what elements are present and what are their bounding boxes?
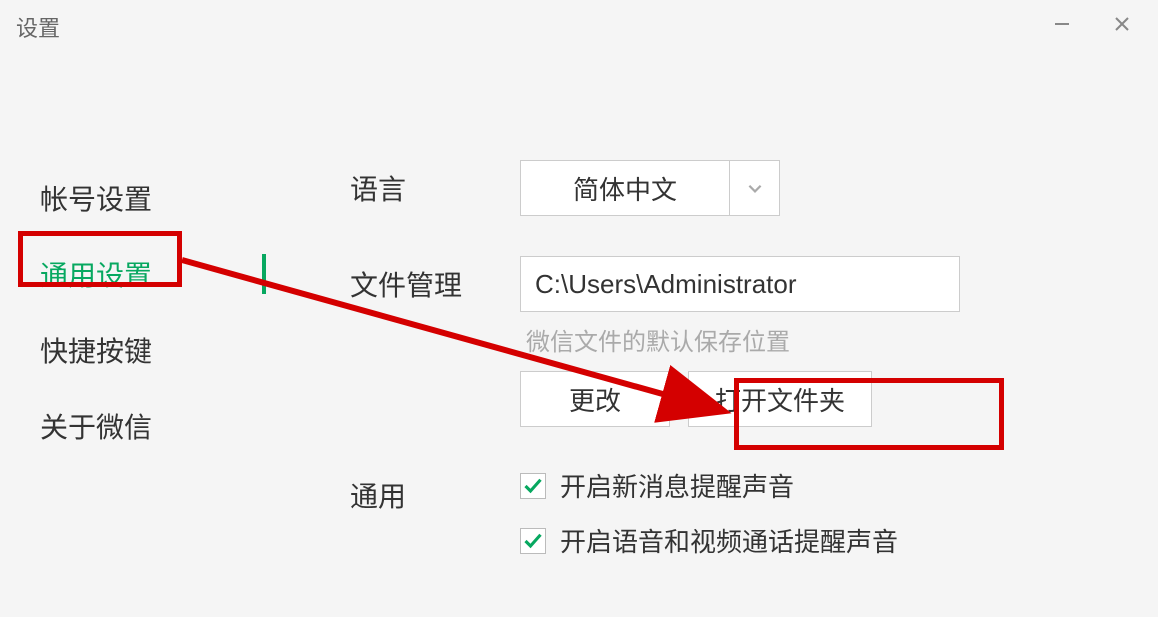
file-path-help: 微信文件的默认保存位置 [520, 312, 1158, 371]
window-title: 设置 [16, 5, 60, 43]
sidebar-item-label: 通用设置 [40, 260, 152, 291]
content-area: 帐号设置 通用设置 快捷按键 关于微信 语言 简体中文 [0, 40, 1158, 617]
file-path-input[interactable]: C:\Users\Administrator [520, 256, 960, 312]
chevron-down-icon [729, 161, 779, 215]
language-label: 语言 [350, 160, 520, 208]
row-general: 通用 开启新消息提醒声音 开启语音和视频通话提醒声音 [350, 467, 1158, 577]
file-manage-label: 文件管理 [350, 256, 520, 304]
checkbox-new-message-sound[interactable] [520, 473, 546, 499]
change-button-label: 更改 [569, 381, 621, 418]
sidebar-item-label: 关于微信 [40, 412, 152, 443]
file-manage-buttons: 更改 打开文件夹 [520, 371, 1158, 427]
minimize-button[interactable] [1052, 14, 1072, 34]
open-folder-button[interactable]: 打开文件夹 [688, 371, 872, 427]
language-select[interactable]: 简体中文 [520, 160, 780, 216]
titlebar: 设置 [0, 0, 1158, 40]
active-indicator [262, 254, 266, 294]
main-panel: 语言 简体中文 文件管理 C:\Users\Administrator 微信文件… [260, 160, 1158, 617]
checkbox-call-sound[interactable] [520, 528, 546, 554]
change-button[interactable]: 更改 [520, 371, 670, 427]
sidebar-item-shortcut[interactable]: 快捷按键 [30, 312, 260, 388]
general-label: 通用 [350, 467, 520, 515]
sidebar-item-account[interactable]: 帐号设置 [30, 160, 260, 236]
checkbox-label: 开启语音和视频通话提醒声音 [560, 522, 898, 559]
sidebar-item-general[interactable]: 通用设置 [30, 236, 260, 312]
row-file-manage: 文件管理 C:\Users\Administrator 微信文件的默认保存位置 … [350, 256, 1158, 427]
close-button[interactable] [1112, 14, 1132, 34]
window-controls [1052, 14, 1142, 34]
checkbox-row-new-message-sound: 开启新消息提醒声音 [520, 467, 1158, 504]
sidebar: 帐号设置 通用设置 快捷按键 关于微信 [0, 160, 260, 617]
sidebar-item-about[interactable]: 关于微信 [30, 388, 260, 464]
checkbox-row-call-sound: 开启语音和视频通话提醒声音 [520, 522, 1158, 559]
sidebar-item-label: 快捷按键 [40, 336, 152, 367]
file-path-value: C:\Users\Administrator [535, 269, 797, 300]
language-value: 简体中文 [521, 170, 729, 207]
checkbox-label: 开启新消息提醒声音 [560, 467, 794, 504]
row-language: 语言 简体中文 [350, 160, 1158, 216]
open-folder-button-label: 打开文件夹 [715, 381, 845, 418]
sidebar-item-label: 帐号设置 [40, 184, 152, 215]
